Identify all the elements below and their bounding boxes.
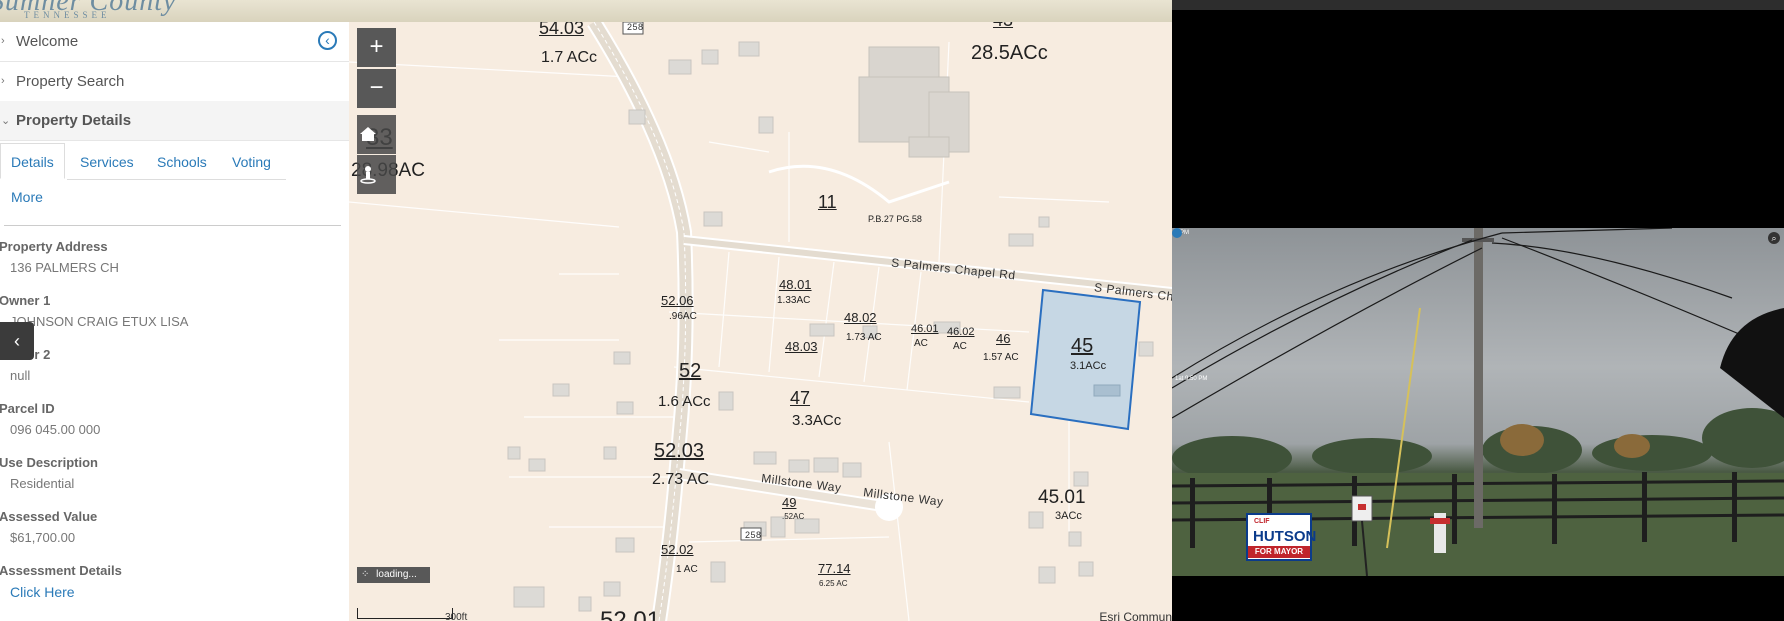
loading-indicator: ⁘ loading...: [357, 567, 430, 583]
parcel-id: 48.03: [785, 339, 818, 354]
tab-more[interactable]: More: [11, 189, 43, 205]
parcel-id: 52.06: [661, 293, 694, 308]
highway-shield-label: 258: [745, 530, 762, 540]
app-header: Sumner County TENNESSEE: [0, 0, 1172, 23]
parcel-area: AC: [914, 338, 928, 349]
parcel-id: 47: [790, 388, 811, 408]
details-tabs: Details Services Schools Voting More: [0, 143, 286, 211]
sign-text-top: CLIF: [1254, 518, 1270, 525]
accordion-property-search[interactable]: › Property Search: [0, 62, 349, 102]
parcel-id: 11: [818, 192, 837, 212]
top-bar: [1172, 0, 1784, 10]
parcel-id: 49: [782, 495, 797, 510]
tab-voting[interactable]: Voting: [232, 154, 271, 170]
field-label-use: Use Description: [0, 455, 98, 470]
accordion-label: Welcome: [16, 33, 79, 50]
field-label-address: Property Address: [0, 239, 108, 254]
field-value-owner1: JOHNSON CRAIG ETUX LISA: [10, 314, 189, 329]
field-value-use: Residential: [10, 476, 75, 491]
parcel-area-selected: 3.1ACc: [1070, 360, 1107, 372]
photo-stamp: 1at 9:50 PM: [1175, 376, 1208, 382]
loading-icon: ⁘: [361, 569, 370, 580]
accordion-welcome[interactable]: › Welcome ‹: [0, 22, 349, 62]
field-value-parcel-id: 096 045.00 000: [10, 422, 101, 437]
scale-label: 300ft: [445, 612, 468, 621]
parcel-id: 52.02: [661, 542, 694, 557]
accordion-label: Property Details: [16, 112, 132, 129]
parcel-id: 45.01: [1038, 487, 1086, 508]
county-logo-subtext: TENNESSEE: [24, 10, 111, 20]
zoom-photo-icon[interactable]: ⌕: [1768, 232, 1780, 244]
parcel-area: 1.7 ACc: [541, 49, 598, 66]
sign-text-sub: FOR MAYOR: [1248, 546, 1310, 558]
parcel-area: 2.73 AC: [652, 471, 709, 488]
photo-badge-icon[interactable]: [1172, 228, 1182, 238]
parcel-id: 43: [993, 22, 1013, 31]
chevron-right-icon: ›: [1, 35, 5, 47]
loading-text: loading...: [376, 569, 417, 580]
field-label-owner1: Owner 1: [0, 293, 51, 308]
street-photo[interactable]: 7 PM 1at 9:50 PM ⌕ CLIF HUTSON FOR MAYOR: [1172, 228, 1784, 576]
zoom-out-button[interactable]: −: [357, 69, 396, 108]
sidebar: › Welcome ‹ › Property Search ⌄ Property…: [0, 22, 350, 621]
field-label-parcel-id: Parcel ID: [0, 401, 55, 416]
parcel-id: 52.03: [654, 440, 705, 462]
field-value-address: 136 PALMERS CH: [10, 260, 119, 275]
parcel-id: 46: [996, 331, 1011, 346]
parcel-id-selected: 45: [1071, 335, 1094, 357]
accordion-label: Property Search: [16, 73, 125, 90]
parcel-area: 1.57 AC: [983, 352, 1019, 363]
parcel-area: .52AC: [782, 512, 805, 521]
field-value-assessed: $61,700.00: [10, 530, 76, 545]
parcel-id: 52: [679, 360, 702, 382]
parcel-id: 46.02: [947, 326, 975, 338]
parcel-id: 48.02: [844, 310, 877, 325]
tab-services[interactable]: Services: [80, 154, 134, 170]
parcel-id: 46.01: [911, 323, 939, 335]
parcel-id: 48.01: [779, 277, 812, 292]
parcel-area: 1.33AC: [777, 295, 811, 306]
accordion-property-details[interactable]: ⌄ Property Details: [0, 101, 349, 141]
map-attribution: Esri Commun: [1099, 610, 1172, 621]
home-icon: [360, 127, 376, 141]
person-pin-icon: [360, 166, 376, 184]
parcel-area: .96AC: [669, 311, 697, 322]
assessment-details-link[interactable]: Click Here: [10, 584, 75, 600]
chevron-right-icon: ›: [1, 75, 5, 87]
scale-bar: [357, 608, 453, 619]
tab-schools[interactable]: Schools: [157, 154, 207, 170]
home-button[interactable]: [357, 115, 396, 154]
chevron-down-icon: ⌄: [1, 115, 11, 127]
tab-details[interactable]: Details: [0, 143, 65, 179]
plat-reference: P.B.27 PG.58: [868, 214, 922, 224]
parcel-id: 77.14: [818, 561, 851, 576]
parcel-area: 1 AC: [676, 564, 698, 575]
divider: [4, 225, 341, 226]
sign-text-name: HUTSON: [1253, 528, 1317, 545]
parcel-area: 6.25 AC: [819, 579, 848, 588]
sidebar-toggle-button[interactable]: ‹: [0, 322, 34, 360]
parcel-area: 3ACc: [1055, 510, 1082, 522]
app-window: Sumner County TENNESSEE › Welcome ‹ › Pr…: [0, 0, 1784, 621]
collapse-panel-icon[interactable]: ‹: [318, 31, 337, 50]
parcel-id: 52.01: [600, 607, 661, 621]
locate-button[interactable]: [357, 155, 396, 194]
field-label-assessed: Assessed Value: [0, 509, 98, 524]
tab-divider: [67, 179, 286, 180]
field-label-assessment-details: Assessment Details: [0, 563, 122, 578]
parcel-area: 28.5ACc: [971, 42, 1048, 64]
parcel-area: 1.73 AC: [846, 332, 882, 343]
field-value-owner2: null: [10, 368, 31, 383]
map-view[interactable]: 258 258 S Palmers Chapel Rd S Palmers Ch…: [349, 22, 1172, 621]
parcel-area: 1.6 ACc: [658, 393, 711, 410]
zoom-in-button[interactable]: +: [357, 28, 396, 67]
parcel-area: AC: [953, 341, 967, 352]
highway-shield-label: 258: [627, 22, 644, 32]
campaign-sign: CLIF HUTSON FOR MAYOR: [1246, 513, 1316, 561]
parcel-id: 54.03: [539, 22, 585, 38]
parcel-area: 3.3ACc: [792, 412, 842, 429]
